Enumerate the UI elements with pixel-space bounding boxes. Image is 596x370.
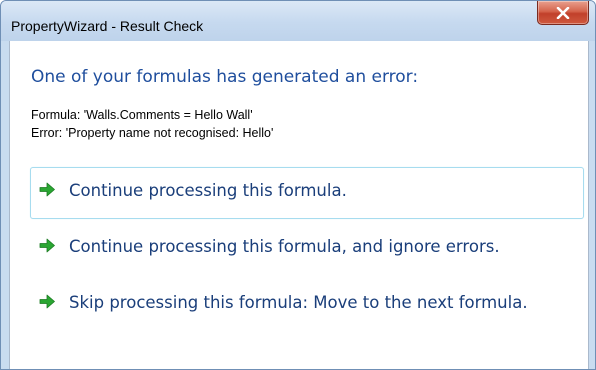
window-title: PropertyWizard - Result Check — [11, 18, 204, 34]
option-label: Continue processing this formula, and ig… — [69, 237, 500, 256]
option-continue-ignore-errors[interactable]: Continue processing this formula, and ig… — [30, 223, 584, 275]
close-x-icon — [538, 1, 588, 24]
option-label: Continue processing this formula. — [69, 181, 347, 200]
dialog-window: PropertyWizard - Result Check One of you… — [0, 0, 596, 370]
option-continue-processing[interactable]: Continue processing this formula. — [30, 167, 584, 219]
dialog-content: One of your formulas has generated an er… — [9, 41, 589, 369]
error-line: Error: 'Property name not recognised: He… — [31, 126, 274, 140]
green-arrow-icon — [39, 293, 56, 310]
formula-line: Formula: 'Walls.Comments = Hello Wall' — [31, 108, 253, 122]
close-button[interactable] — [537, 1, 589, 25]
green-arrow-icon — [39, 237, 56, 254]
main-instruction: One of your formulas has generated an er… — [31, 67, 419, 87]
option-skip-formula[interactable]: Skip processing this formula: Move to th… — [30, 279, 584, 353]
option-label: Skip processing this formula: Move to th… — [69, 293, 528, 312]
green-arrow-icon — [39, 181, 56, 198]
title-bar[interactable]: PropertyWizard - Result Check — [1, 1, 595, 41]
